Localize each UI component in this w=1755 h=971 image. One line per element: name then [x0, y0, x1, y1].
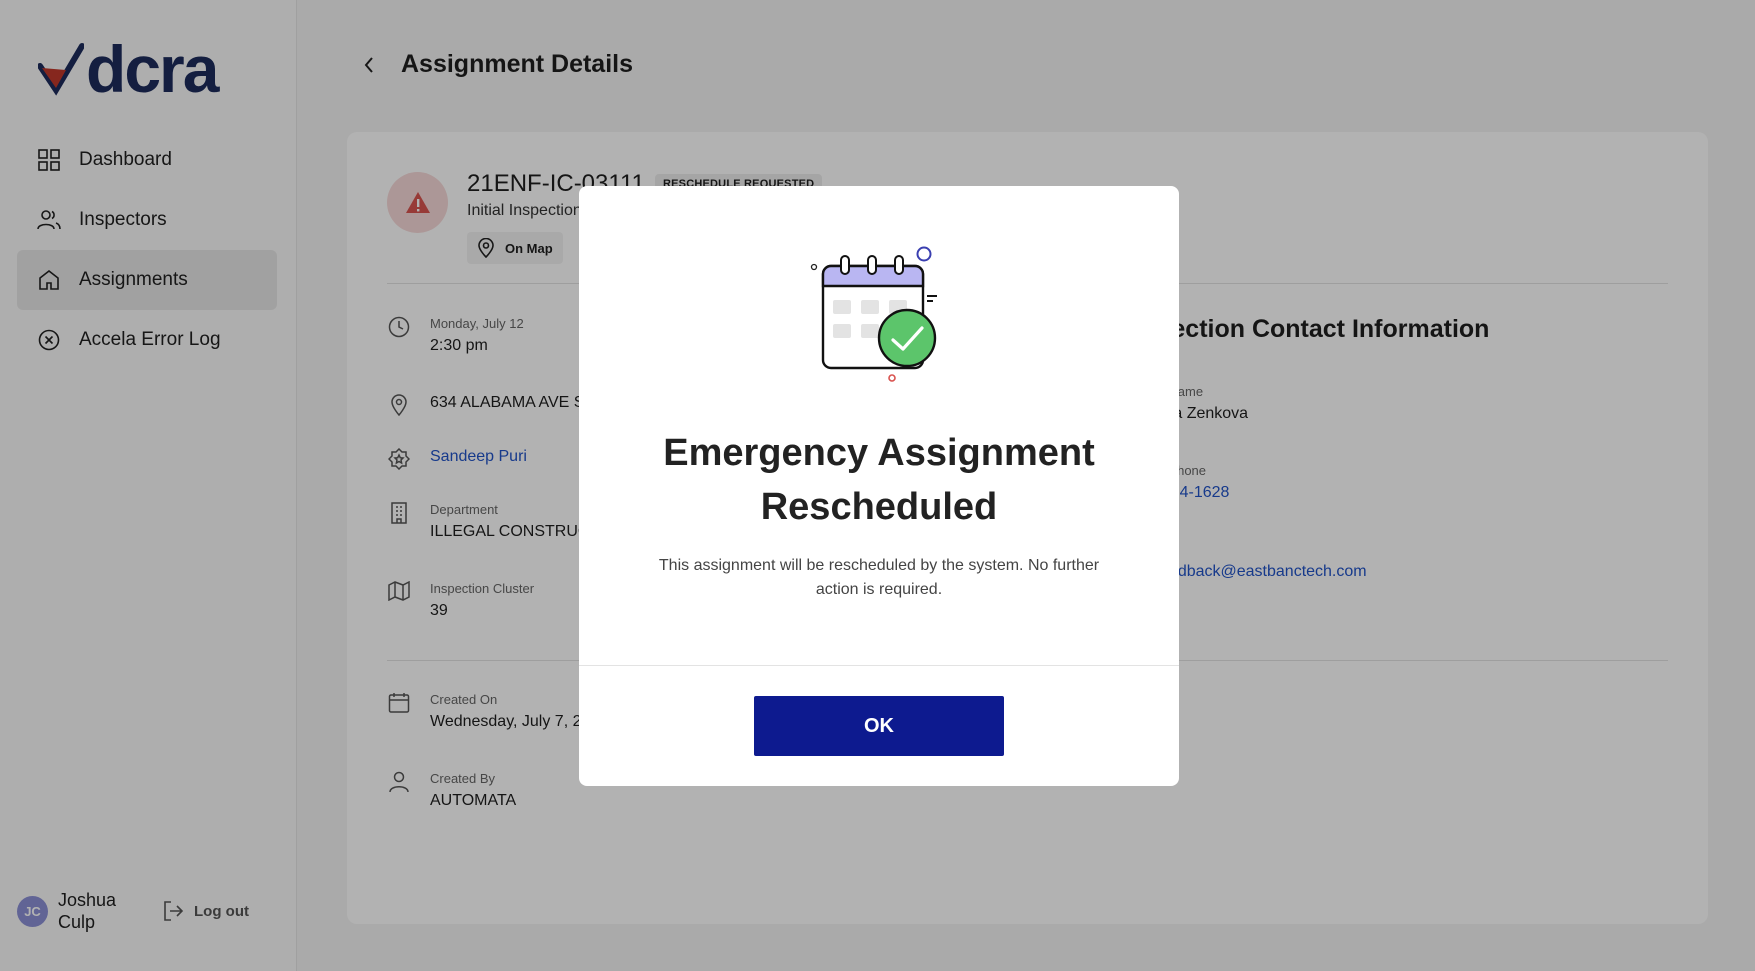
calendar-success-icon — [810, 246, 937, 382]
ok-button[interactable]: OK — [754, 696, 1004, 756]
dialog-title: Emergency Assignment Rescheduled — [579, 426, 1179, 534]
dialog-title-line: Emergency Assignment — [663, 432, 1095, 474]
reschedule-dialog: Emergency Assignment Rescheduled This as… — [579, 186, 1179, 786]
dialog-title-line: Rescheduled — [760, 486, 998, 528]
dialog-divider — [579, 665, 1179, 666]
dialog-message: This assignment will be rescheduled by t… — [658, 557, 1100, 598]
